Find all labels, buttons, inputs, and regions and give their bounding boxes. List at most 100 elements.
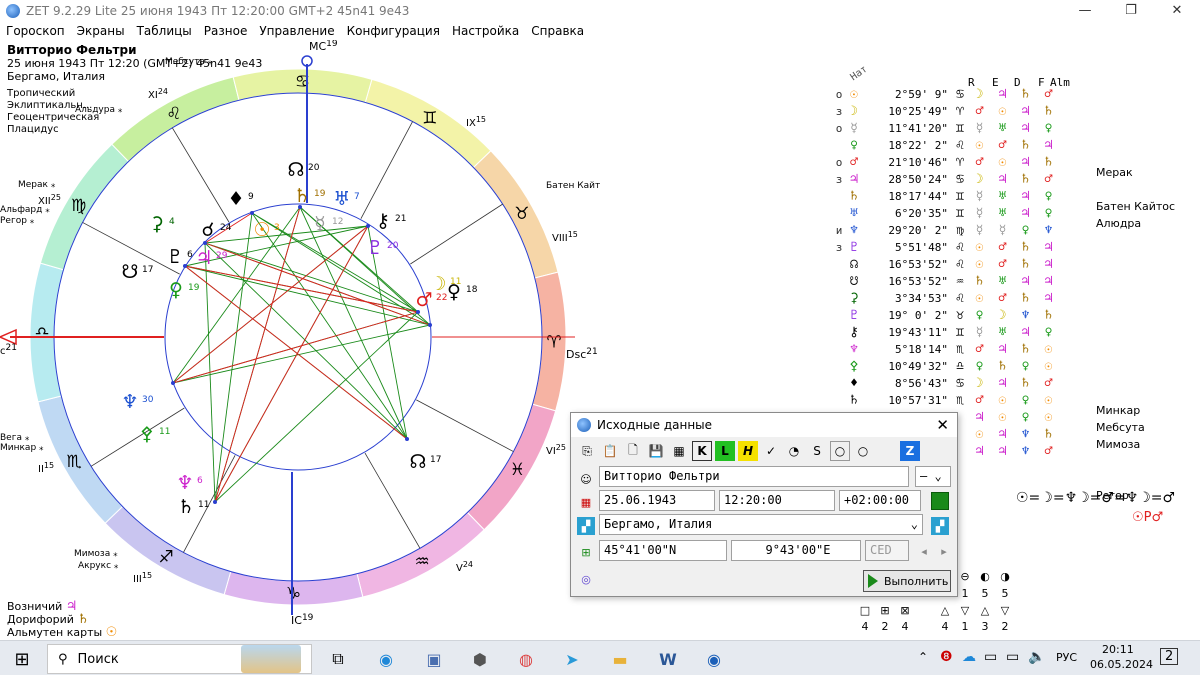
app-icon-2[interactable]: ⬢ bbox=[466, 645, 494, 673]
dst-toggle[interactable] bbox=[931, 492, 949, 510]
planet-glyph[interactable]: ⚳ 4 bbox=[150, 213, 175, 235]
minimize-button[interactable]: — bbox=[1062, 0, 1108, 22]
globe-icon[interactable]: ◎ bbox=[577, 570, 595, 588]
table-row[interactable]: ⚴ 10°49'32" ♎ ♀ ♄ ♀ ☉ bbox=[832, 358, 1060, 375]
chrome-icon[interactable]: ◍ bbox=[512, 645, 540, 673]
copy-icon[interactable]: ⎘ bbox=[577, 441, 597, 461]
k-icon[interactable]: K bbox=[692, 441, 712, 461]
planet-glyph[interactable]: ☋ 17 bbox=[122, 261, 154, 283]
windows-start-icon[interactable]: ⊞ bbox=[8, 645, 36, 673]
clock-time[interactable]: 20:11 bbox=[1102, 643, 1134, 656]
planet-glyph-icon: ♂ bbox=[850, 155, 858, 170]
coordinates-icon[interactable]: ⊞ bbox=[577, 543, 595, 561]
table-row[interactable]: ♀ 18°22' 2" ♌ ☉ ♂ ♄ ♃ bbox=[832, 137, 1060, 154]
table-row[interactable]: ⚷ 19°43'11" ♊ ☿ ♅ ♃ ♀ bbox=[832, 324, 1060, 341]
maximize-button[interactable]: ❐ bbox=[1108, 0, 1154, 22]
new-icon[interactable]: 🗋 bbox=[623, 441, 643, 461]
volume-icon[interactable]: 🔈 bbox=[1028, 649, 1045, 665]
circle2-icon[interactable]: ○ bbox=[853, 441, 873, 461]
tray-chevron-icon[interactable]: ⌃ bbox=[918, 650, 928, 664]
person-icon[interactable]: ☺ bbox=[577, 470, 595, 488]
table-row[interactable]: ♆ 5°18'14" ♏ ♂ ♃ ♄ ☉ bbox=[832, 341, 1060, 358]
dialog-close-button[interactable]: ✕ bbox=[936, 416, 949, 434]
h-icon[interactable]: H bbox=[738, 441, 758, 461]
menu-config[interactable]: Конфигурация bbox=[341, 24, 446, 38]
table-row[interactable]: з ♇ 5°51'48" ♌ ☉ ♂ ♄ ♃ bbox=[832, 239, 1060, 256]
table-row[interactable]: ⚳ 3°34'53" ♌ ☉ ♂ ♄ ♃ bbox=[832, 290, 1060, 307]
planet-glyph[interactable]: ♅ 7 bbox=[333, 188, 359, 210]
circle-icon[interactable]: ○ bbox=[830, 441, 850, 461]
table-row[interactable]: з ♃ 28°50'24" ♋ ☽ ♃ ♄ ♂ bbox=[832, 171, 1060, 188]
table-row[interactable]: ♦ 8°56'43" ♋ ☽ ♃ ♄ ♂ bbox=[832, 375, 1060, 392]
planet-glyph[interactable]: ♦ 9 bbox=[227, 188, 254, 210]
name-option-select[interactable]: — ⌄ bbox=[915, 466, 951, 487]
close-button[interactable]: ✕ bbox=[1154, 0, 1200, 22]
table-icon[interactable]: ▦ bbox=[669, 441, 689, 461]
table-row[interactable]: о ☿ 11°41'20" ♊ ☿ ♅ ♃ ♀ bbox=[832, 120, 1060, 137]
name-field[interactable]: Витторио Фельтри bbox=[599, 466, 909, 487]
horoscope-chart[interactable]: ♊♉♈♓♒♑♐♏♎♍♌♋ MC19 IC19 Dsc21 c21 IX15VII… bbox=[0, 40, 600, 640]
telegram-icon[interactable]: ➤ bbox=[558, 645, 586, 673]
menu-settings[interactable]: Настройка bbox=[446, 24, 525, 38]
app-icon-pc[interactable]: ▣ bbox=[420, 645, 448, 673]
time-field[interactable]: 12:20:00 bbox=[719, 490, 835, 511]
planet-glyph[interactable]: ☊ 17 bbox=[410, 451, 442, 473]
table-row[interactable]: ☋ 16°53'52" ♒ ♄ ♅ ♃ ♃ bbox=[832, 273, 1060, 290]
calendar-icon[interactable]: ▦ bbox=[577, 493, 595, 511]
taskbar-search[interactable]: ⚲ Поиск bbox=[47, 644, 312, 674]
menu-tables[interactable]: Таблицы bbox=[131, 24, 198, 38]
planet-glyph[interactable]: ♂ 22 bbox=[415, 289, 447, 311]
place-field[interactable]: Бергамо, Италия ⌄ bbox=[599, 514, 923, 535]
menu-help[interactable]: Справка bbox=[525, 24, 590, 38]
planet-glyph[interactable]: ♄ 19 bbox=[293, 185, 325, 207]
menu-control[interactable]: Управление bbox=[253, 24, 340, 38]
menu-screens[interactable]: Экраны bbox=[71, 24, 131, 38]
battery-icon[interactable]: ▭ bbox=[1006, 649, 1019, 665]
display-icon[interactable]: ▭ bbox=[984, 649, 997, 665]
prev-arrow-icon[interactable]: ◂ bbox=[915, 542, 933, 560]
table-row[interactable]: ♄ 10°57'31" ♏ ♂ ☉ ♀ ☉ bbox=[832, 392, 1060, 409]
latitude-field[interactable]: 45°41'00"N bbox=[599, 540, 727, 561]
planet-glyph[interactable]: ☊ 20 bbox=[288, 159, 320, 181]
s-icon[interactable]: S bbox=[807, 441, 827, 461]
save-icon[interactable]: 💾 bbox=[646, 441, 666, 461]
planet-glyph[interactable]: ♆ 6 bbox=[176, 472, 203, 494]
task-view-icon[interactable]: ⧉ bbox=[324, 645, 352, 673]
timezone-field[interactable]: +02:00:00 bbox=[839, 490, 921, 511]
language-indicator[interactable]: РУС bbox=[1056, 651, 1077, 664]
explorer-icon[interactable]: ▬ bbox=[606, 645, 634, 673]
longitude-field[interactable]: 9°43'00"E bbox=[731, 540, 861, 561]
z-icon[interactable]: Z bbox=[900, 441, 920, 461]
menu-misc[interactable]: Разное bbox=[198, 24, 254, 38]
table-row[interactable]: и ♆ 29°20' 2" ♍ ☿ ☿ ♀ ♆ bbox=[832, 222, 1060, 239]
cloud-icon[interactable]: ☁ bbox=[962, 649, 976, 665]
date-field[interactable]: 25.06.1943 bbox=[599, 490, 715, 511]
planet-glyph[interactable]: ♆ 30 bbox=[121, 391, 153, 413]
word-icon[interactable]: W bbox=[654, 645, 682, 673]
table-row[interactable]: ♅ 6°20'35" ♊ ☿ ♅ ♃ ♀ bbox=[832, 205, 1060, 222]
table-row[interactable]: ♄ 18°17'44" ♊ ☿ ♅ ♃ ♀ bbox=[832, 188, 1060, 205]
check-icon[interactable]: ✓ bbox=[761, 441, 781, 461]
table-row[interactable]: з ☽ 10°25'49" ♈ ♂ ☉ ♃ ♄ bbox=[832, 103, 1060, 120]
zet-taskbar-icon[interactable]: ◉ bbox=[700, 645, 728, 673]
table-row[interactable]: ☊ 16°53'52" ♌ ☉ ♂ ♄ ♃ bbox=[832, 256, 1060, 273]
tray-app-icon[interactable]: ❽ bbox=[940, 649, 953, 665]
clock-date[interactable]: 06.05.2024 bbox=[1090, 658, 1153, 671]
edge-icon[interactable]: ◉ bbox=[372, 645, 400, 673]
map-icon[interactable]: ▞ bbox=[577, 517, 595, 535]
menu-horoscope[interactable]: Гороскоп bbox=[0, 24, 71, 38]
planet-glyph[interactable]: ♀ 18 bbox=[447, 281, 478, 303]
next-arrow-icon[interactable]: ▸ bbox=[935, 542, 953, 560]
atlas-icon[interactable]: ▞ bbox=[931, 517, 949, 535]
l-icon[interactable]: L bbox=[715, 441, 735, 461]
run-button[interactable]: Выполнить bbox=[863, 570, 951, 592]
planet-glyph[interactable]: ⚷ 21 bbox=[376, 210, 406, 232]
notification-icon[interactable]: 2 bbox=[1160, 648, 1179, 665]
table-row[interactable]: ♇ 19° 0' 2" ♉ ♀ ☽ ♆ ♄ bbox=[832, 307, 1060, 324]
table-row[interactable]: о ♂ 21°10'46" ♈ ♂ ☉ ♃ ♄ bbox=[832, 154, 1060, 171]
planet-glyph[interactable]: ♄ 11 bbox=[177, 496, 209, 518]
clock-icon[interactable]: ◔ bbox=[784, 441, 804, 461]
paste-icon[interactable]: 📋 bbox=[600, 441, 620, 461]
table-row[interactable]: о ☉ 2°59' 9" ♋ ☽ ♃ ♄ ♂ bbox=[832, 86, 1060, 103]
tz-name-field[interactable]: CED bbox=[865, 540, 909, 561]
